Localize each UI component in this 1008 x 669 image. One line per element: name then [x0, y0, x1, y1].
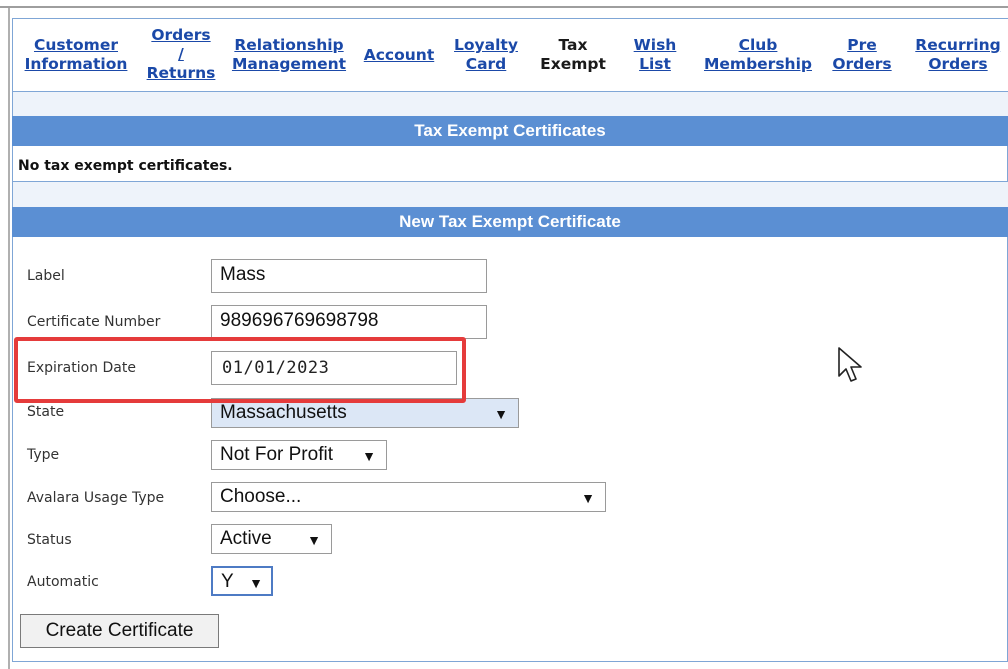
nav-club-membership[interactable]: Club Membership	[697, 36, 819, 74]
nav-recurring-orders[interactable]: Recurring Orders	[907, 36, 1008, 74]
chevron-down-icon: ▼	[307, 532, 321, 548]
automatic-select-value: Y	[221, 571, 234, 592]
chevron-down-icon: ▼	[581, 490, 595, 506]
label-field-label: Label	[27, 268, 65, 284]
certificate-number-input[interactable]: 989696769698798	[211, 305, 487, 339]
expiration-date-highlight-box	[14, 337, 466, 403]
nav-relationship-management[interactable]: Relationship Management	[227, 36, 351, 74]
nav-account[interactable]: Account	[359, 46, 439, 65]
nav-wish-list[interactable]: Wish List	[625, 36, 685, 74]
tax-exempt-certificates-header: Tax Exempt Certificates	[12, 116, 1008, 146]
no-certificates-message: No tax exempt certificates.	[18, 158, 233, 174]
type-select[interactable]: Not For Profit ▼	[211, 440, 387, 470]
status-select[interactable]: Active ▼	[211, 524, 332, 554]
frame-left-edge	[8, 8, 10, 669]
chevron-down-icon: ▼	[494, 406, 508, 422]
status-label: Status	[27, 532, 72, 548]
chevron-down-icon: ▼	[362, 448, 376, 464]
avalara-usage-type-select[interactable]: Choose... ▼	[211, 482, 606, 512]
avalara-select-value: Choose...	[220, 486, 302, 507]
nav-customer-information[interactable]: Customer Information	[19, 36, 133, 74]
window-top-edge	[0, 0, 1008, 8]
state-label: State	[27, 404, 65, 420]
chevron-down-icon: ▼	[249, 575, 263, 591]
type-label: Type	[27, 447, 60, 463]
avalara-usage-type-label: Avalara Usage Type	[27, 490, 165, 506]
create-certificate-button[interactable]: Create Certificate	[20, 614, 219, 648]
section-gap	[12, 92, 1008, 116]
status-select-value: Active	[220, 528, 272, 549]
customer-nav-bar: Customer Information Orders / Returns Relat…	[12, 18, 1008, 92]
state-select-value: Massachusetts	[220, 402, 347, 423]
new-certificate-header: New Tax Exempt Certificate	[12, 207, 1008, 237]
nav-orders-returns[interactable]: Orders / Returns	[141, 26, 221, 83]
nav-tax-exempt-current: Tax Exempt	[540, 36, 606, 73]
label-input[interactable]: Mass	[211, 259, 487, 293]
automatic-select[interactable]: Y ▼	[211, 566, 273, 596]
section-gap-2	[12, 182, 1008, 207]
type-select-value: Not For Profit	[220, 444, 333, 465]
nav-pre-orders[interactable]: Pre Orders	[825, 36, 899, 74]
certificate-number-label: Certificate Number	[27, 314, 161, 330]
new-certificate-panel	[12, 237, 1008, 662]
nav-loyalty-card[interactable]: Loyalty Card	[449, 36, 523, 74]
automatic-label: Automatic	[27, 574, 99, 590]
mouse-pointer-icon	[838, 347, 862, 382]
